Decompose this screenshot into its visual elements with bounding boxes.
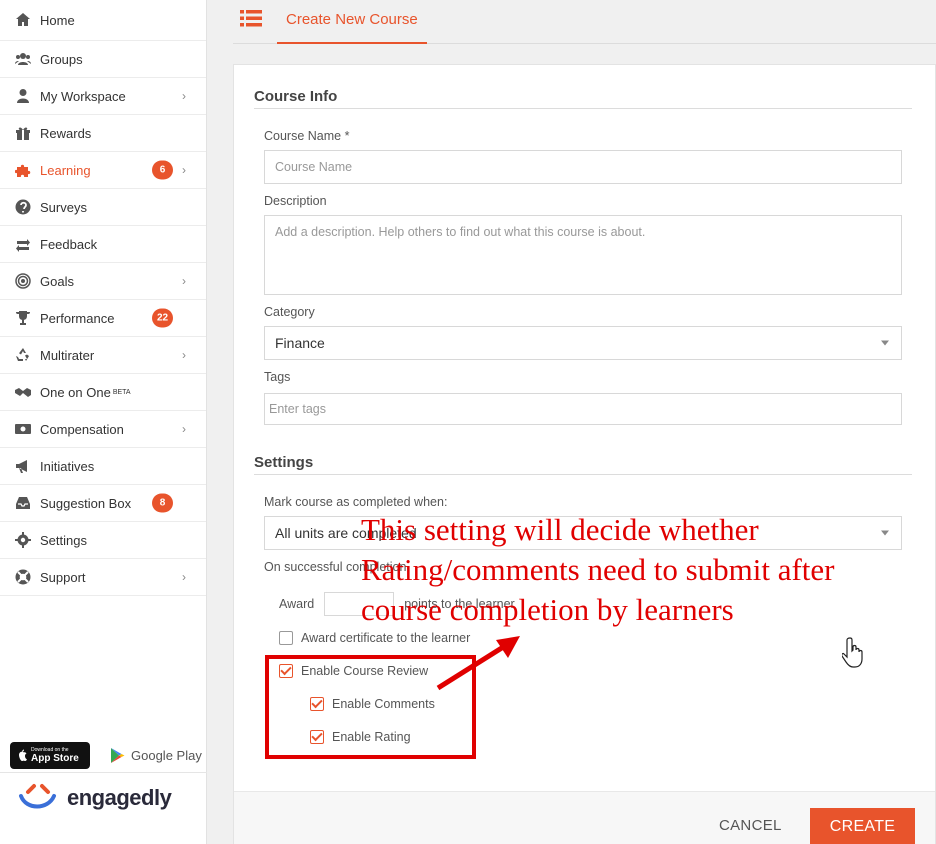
mark-completed-label: Mark course as completed when:: [264, 495, 448, 509]
home-icon: [14, 11, 32, 29]
course-name-input[interactable]: Course Name: [264, 150, 902, 184]
tab-create-new-course[interactable]: Create New Course: [277, 0, 427, 44]
google-play-icon: [111, 748, 125, 763]
course-info-divider: [254, 108, 912, 109]
chevron-right-icon: ›: [182, 348, 186, 362]
course-name-placeholder: Course Name: [275, 160, 353, 174]
cancel-button[interactable]: CANCEL: [719, 817, 782, 834]
chevron-right-icon: ›: [182, 89, 186, 103]
puzzle-icon: [14, 161, 32, 179]
gear-icon: [14, 531, 32, 549]
category-label: Category: [264, 305, 315, 319]
count-badge: 8: [152, 493, 173, 513]
sidebar-item-suggestion-box[interactable]: Suggestion Box 8: [0, 485, 206, 522]
engagedly-logo-text: engagedly: [67, 785, 172, 810]
sidebar-item-settings[interactable]: Settings: [0, 522, 206, 559]
sidebar-nav: Home Groups My Workspace › Rewards Learning 6 ›…: [0, 0, 206, 596]
engagedly-logo: engagedly: [18, 782, 172, 814]
description-label: Description: [264, 194, 327, 208]
tab-bar: Create New Course: [233, 0, 936, 44]
exchange-icon: [14, 235, 32, 253]
google-play-badge[interactable]: Google Play: [110, 747, 202, 764]
sidebar-item-label: My Workspace: [40, 88, 126, 104]
tags-input[interactable]: Enter tags: [264, 393, 902, 425]
sidebar-item-label: Learning: [40, 162, 91, 178]
recycle-icon: [14, 346, 32, 364]
sidebar-item-home[interactable]: Home: [0, 0, 206, 41]
beta-tag: BETA: [112, 388, 131, 396]
sidebar-item-initiatives[interactable]: Initiatives: [0, 448, 206, 485]
create-button[interactable]: CREATE: [810, 808, 915, 844]
hand-cursor-icon: [842, 637, 863, 668]
sidebar-item-groups[interactable]: Groups: [0, 41, 206, 78]
sidebar-item-surveys[interactable]: Surveys: [0, 189, 206, 226]
sidebar-divider: [0, 772, 207, 773]
user-icon: [14, 87, 32, 105]
description-textarea[interactable]: Add a description. Help others to find o…: [264, 215, 902, 295]
caret-down-icon: [881, 340, 889, 346]
award-label: Award: [279, 597, 315, 611]
course-info-title: Course Info: [254, 88, 338, 105]
sidebar-item-goals[interactable]: Goals ›: [0, 263, 206, 300]
sidebar-item-label: Goals: [40, 273, 74, 289]
sidebar-item-label: Surveys: [40, 199, 87, 215]
users-icon: [14, 50, 32, 68]
annotation-arrow: [436, 636, 520, 691]
annotation-text: This setting will decide whether Rating/…: [361, 512, 835, 627]
handshake-icon: [14, 383, 32, 401]
google-play-text: Google Play: [131, 748, 202, 763]
sidebar: Home Groups My Workspace › Rewards Learning 6 ›…: [0, 0, 207, 844]
app-store-links: Download on the App Store Google Play: [10, 742, 202, 769]
sidebar-item-rewards[interactable]: Rewards: [0, 115, 206, 152]
list-icon[interactable]: [240, 9, 262, 27]
sidebar-item-label: Multirater: [40, 347, 95, 363]
bullhorn-icon: [14, 457, 32, 475]
sidebar-item-label: Performance: [40, 310, 115, 326]
chevron-right-icon: ›: [182, 570, 186, 584]
category-select[interactable]: Finance: [264, 326, 902, 360]
apple-icon: [19, 749, 27, 761]
tags-label: Tags: [264, 370, 291, 384]
sidebar-item-label: Compensation: [40, 421, 124, 437]
money-icon: [14, 420, 32, 438]
sidebar-item-performance[interactable]: Performance 22: [0, 300, 206, 337]
engagedly-logo-icon: [19, 784, 56, 809]
sidebar-item-compensation[interactable]: Compensation ›: [0, 411, 206, 448]
app-store-badge[interactable]: Download on the App Store: [10, 742, 90, 769]
tags-placeholder: Enter tags: [269, 402, 326, 416]
sidebar-item-label: Initiatives: [40, 458, 95, 474]
sidebar-item-support[interactable]: Support ›: [0, 559, 206, 596]
sidebar-item-learning[interactable]: Learning 6 ›: [0, 152, 206, 189]
question-icon: [14, 198, 32, 216]
description-placeholder: Add a description. Help others to find o…: [275, 225, 646, 239]
trophy-icon: [14, 309, 32, 327]
settings-title: Settings: [254, 454, 314, 471]
category-value: Finance: [275, 335, 325, 351]
sidebar-item-feedback[interactable]: Feedback: [0, 226, 206, 263]
sidebar-item-label: Feedback: [40, 236, 98, 252]
target-icon: [14, 272, 32, 290]
sidebar-item-label: Settings: [40, 532, 87, 548]
sidebar-item-label: Home: [40, 12, 75, 28]
sidebar-item-label: Rewards: [40, 125, 92, 141]
count-badge: 6: [152, 160, 173, 180]
sidebar-item-label: Groups: [40, 51, 83, 67]
chevron-right-icon: ›: [182, 422, 186, 436]
count-badge: 22: [152, 308, 173, 328]
app-store-text: App Store: [31, 753, 79, 764]
certificate-checkbox[interactable]: [279, 631, 293, 645]
chevron-right-icon: ›: [182, 274, 186, 288]
sidebar-item-label: One on One: [40, 384, 111, 400]
sidebar-item-label: Suggestion Box: [40, 495, 132, 511]
sidebar-item-label: Support: [40, 569, 86, 585]
settings-divider: [254, 474, 912, 475]
sidebar-item-multirater[interactable]: Multirater ›: [0, 337, 206, 374]
inbox-icon: [14, 494, 32, 512]
lifebuoy-icon: [14, 568, 32, 586]
chevron-right-icon: ›: [182, 163, 186, 177]
sidebar-item-one-on-one[interactable]: One on One BETA: [0, 374, 206, 411]
course-name-label: Course Name *: [264, 129, 350, 143]
gift-icon: [14, 124, 32, 142]
sidebar-item-my-workspace[interactable]: My Workspace ›: [0, 78, 206, 115]
